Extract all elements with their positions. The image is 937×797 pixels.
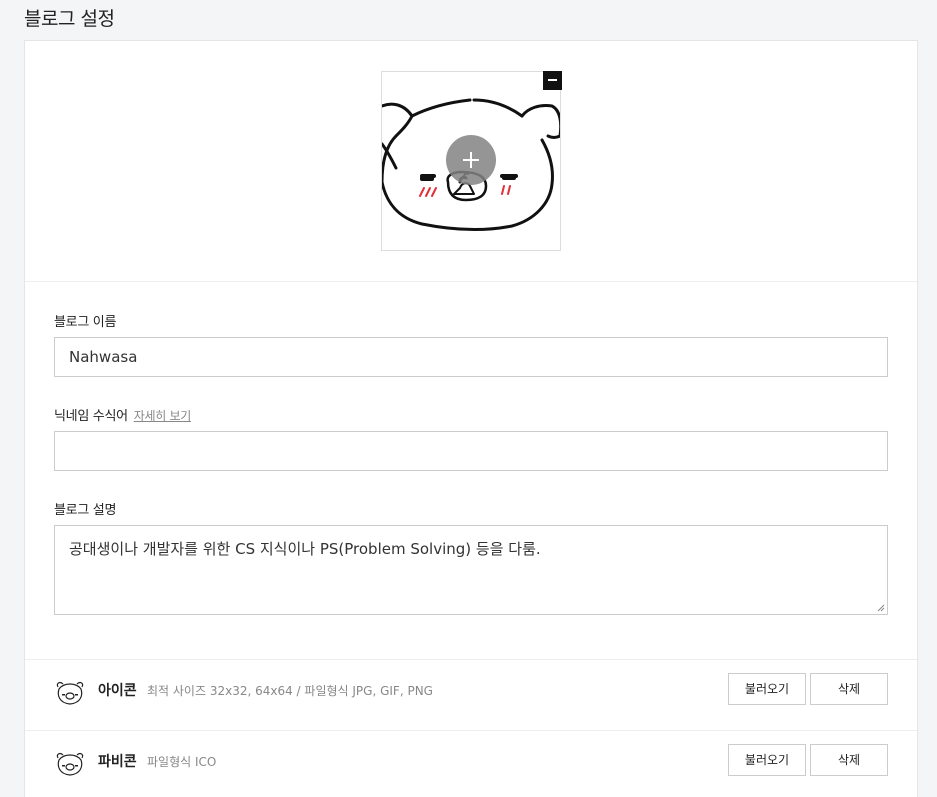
favicon-title: 파비콘 [98,754,137,770]
settings-panel: 블로그 이름 Nahwasa 닉네임 수식어 자세히 보기 블로그 설명 공대생이… [24,40,918,797]
profile-image-section [25,41,917,282]
blog-name-input[interactable]: Nahwasa [54,337,888,377]
resize-grip-icon[interactable] [875,602,885,612]
details-link[interactable]: 자세히 보기 [134,409,192,423]
nickname-modifier-label: 닉네임 수식어 자세히 보기 [54,405,191,424]
icon-load-button[interactable]: 불러오기 [728,673,806,705]
favicon-load-button[interactable]: 불러오기 [728,744,806,776]
form-section: 블로그 이름 Nahwasa 닉네임 수식어 자세히 보기 블로그 설명 공대생이… [25,282,917,660]
bear-favicon-thumbnail [56,752,84,776]
blog-name-label: 블로그 이름 [54,315,117,330]
icon-delete-button[interactable]: 삭제 [810,673,888,705]
bear-icon-thumbnail [56,681,84,705]
nickname-modifier-label-text: 닉네임 수식어 [54,409,128,424]
favicon-delete-button[interactable]: 삭제 [810,744,888,776]
favicon-description: 파일형식 ICO [147,755,217,769]
nickname-modifier-input[interactable] [54,431,888,471]
remove-image-button[interactable] [543,71,562,90]
blog-description-text: 공대생이나 개발자를 위한 CS 지식이나 PS(Problem Solving… [69,540,541,558]
page-title: 블로그 설정 [24,8,115,30]
add-image-button[interactable] [446,135,496,185]
icon-title: 아이콘 [98,683,137,699]
blog-description-textarea[interactable]: 공대생이나 개발자를 위한 CS 지식이나 PS(Problem Solving… [54,525,888,615]
icon-row: 아이콘 최적 사이즈 32x32, 64x64 / 파일형식 JPG, GIF,… [25,659,917,729]
icon-description: 최적 사이즈 32x32, 64x64 / 파일형식 JPG, GIF, PNG [147,684,433,698]
favicon-row: 파비콘 파일형식 ICO 불러오기 삭제 [25,730,917,797]
blog-description-label: 블로그 설명 [54,503,117,518]
